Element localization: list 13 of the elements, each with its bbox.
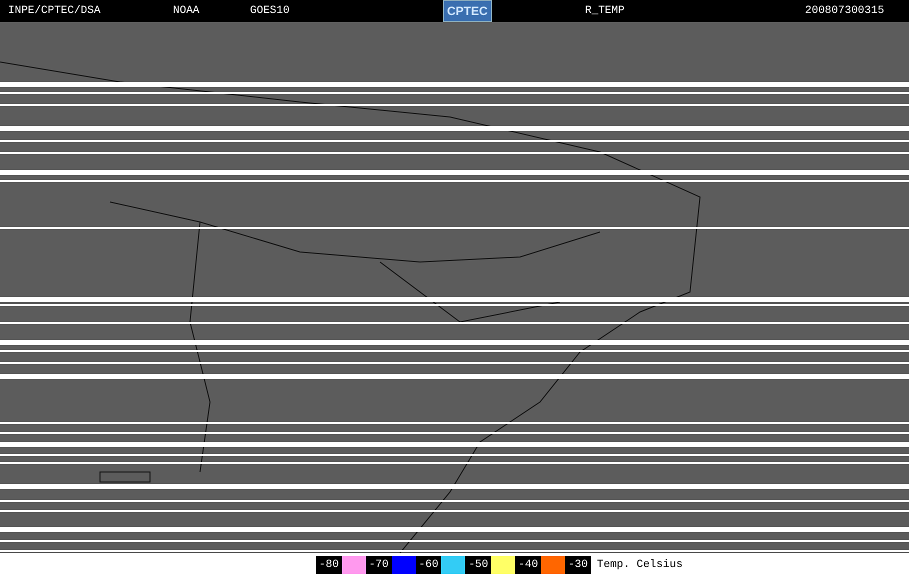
legend-label: -60: [416, 556, 442, 574]
header-label: 200807300315: [805, 5, 886, 17]
legend-label: -30: [565, 556, 591, 574]
legend-label: -50: [465, 556, 492, 574]
legend-label: -40: [515, 556, 542, 574]
header-label: INPE/CPTEC/DSA: [8, 5, 102, 17]
logo: CPTEC: [443, 0, 492, 22]
legend-label: -80: [316, 556, 342, 574]
header-label: NOAA: [173, 5, 200, 17]
legend-unit: Temp. Celsius: [596, 558, 683, 570]
legend-label: -70: [366, 556, 392, 574]
header-label: GOES10: [250, 5, 291, 17]
header-label: R_TEMP: [585, 5, 626, 17]
